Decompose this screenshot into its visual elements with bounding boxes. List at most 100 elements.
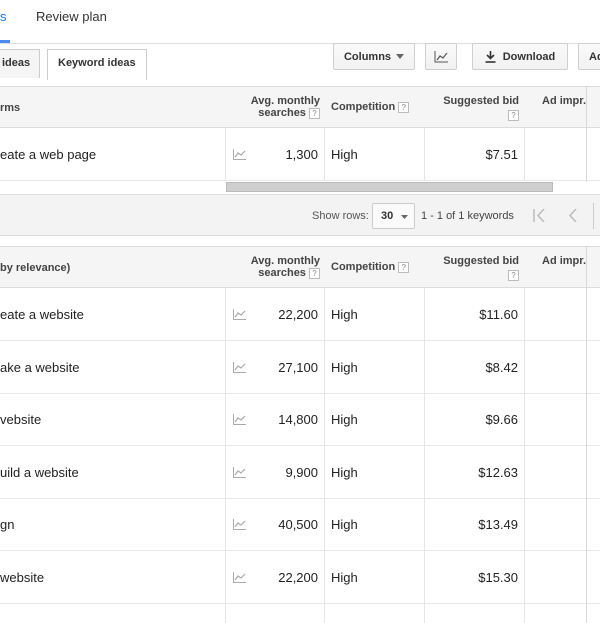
add-all-label: Ad: [589, 50, 600, 63]
divider: [424, 288, 425, 623]
header-competition[interactable]: Competition ?: [331, 101, 410, 113]
avg-monthly-searches: 40,500: [278, 517, 318, 532]
header-suggested-bid[interactable]: Suggested bid ?: [435, 95, 519, 121]
trend-chart-icon[interactable]: [233, 362, 246, 373]
divider: [586, 246, 587, 623]
divider: [524, 288, 525, 623]
divider: [424, 128, 425, 181]
rows-value: 30: [381, 210, 394, 222]
header-label: Suggested bid: [443, 95, 519, 107]
competition-value: High: [331, 517, 358, 532]
header-suggested-bid[interactable]: Suggested bid ?: [435, 255, 519, 281]
suggested-bid-value: $9.66: [485, 412, 518, 427]
line-chart-icon: [434, 50, 448, 62]
avg-monthly-searches: 14,800: [278, 412, 318, 427]
competition-value: High: [331, 360, 358, 375]
horizontal-scrollbar[interactable]: [226, 182, 553, 192]
table-row: ake a website 27,100 High $8.42: [0, 341, 600, 394]
trend-chart-icon[interactable]: [233, 149, 246, 160]
header-search-terms[interactable]: rms: [0, 102, 20, 114]
download-label: Download: [502, 50, 556, 63]
tab-keyword-planner[interactable]: s: [0, 9, 7, 24]
header-label: Competition: [331, 261, 396, 273]
columns-label: Columns: [343, 50, 392, 63]
table-row: gn 40,500 High $13.49: [0, 498, 600, 551]
table-header: rms Avg. monthly searches ? Competition …: [0, 86, 600, 128]
keyword-text: eate a web page: [0, 147, 97, 162]
suggested-bid-value: $7.51: [485, 147, 518, 162]
page-range-text: 1 - 1 of 1 keywords: [421, 210, 514, 222]
divider: [324, 288, 325, 623]
keyword-text: eate a website: [0, 307, 84, 322]
header-keyword-by-relevance[interactable]: by relevance): [0, 262, 70, 274]
keyword-text: website: [0, 570, 45, 585]
help-icon[interactable]: ?: [398, 101, 410, 113]
table-row: vebsite 14,800 High $9.66: [0, 393, 600, 446]
table-row: eate a web page 1,300 High $7.51: [0, 128, 600, 181]
trend-chart-icon[interactable]: [233, 414, 246, 425]
suggested-bid-value: $13.49: [478, 517, 518, 532]
add-all-button[interactable]: Ad: [578, 43, 600, 70]
header-label: Competition: [331, 101, 396, 113]
header-label: Suggested bid: [443, 255, 519, 267]
header-ad-impr-share[interactable]: Ad impr.: [542, 255, 586, 267]
header-label: Avg. monthly: [250, 255, 320, 267]
first-page-icon[interactable]: [533, 209, 546, 222]
header-avg-monthly-searches[interactable]: Avg. monthly searches ?: [250, 95, 320, 119]
help-icon[interactable]: ?: [309, 107, 320, 119]
trend-chart-icon[interactable]: [233, 467, 246, 478]
competition-value: High: [331, 570, 358, 585]
table-row: website 22,200 High $15.30: [0, 551, 600, 604]
avg-monthly-searches: 27,100: [278, 360, 318, 375]
divider: [593, 203, 594, 229]
divider: [225, 128, 226, 181]
header-label: Avg. monthly: [250, 95, 320, 107]
columns-button[interactable]: Columns: [333, 43, 415, 70]
tab-keyword-ideas[interactable]: Keyword ideas: [47, 49, 147, 80]
competition-value: High: [331, 412, 358, 427]
divider: [225, 288, 226, 623]
trend-chart-icon[interactable]: [233, 519, 246, 530]
header-competition[interactable]: Competition ?: [331, 261, 410, 273]
trend-chart-icon[interactable]: [233, 309, 246, 320]
rows-per-page-select[interactable]: 30: [372, 203, 415, 229]
show-rows-label: Show rows:: [312, 210, 369, 222]
table-row: uild a website 9,900 High $12.63: [0, 446, 600, 499]
avg-monthly-searches: 22,200: [278, 307, 318, 322]
keyword-text: gn: [0, 517, 15, 532]
keyword-text: vebsite: [0, 412, 42, 427]
help-icon[interactable]: ?: [309, 267, 320, 279]
header-avg-monthly-searches[interactable]: Avg. monthly searches ?: [250, 255, 320, 279]
download-icon: [485, 50, 496, 63]
table-row: eate a website 22,200 High $11.60: [0, 288, 600, 341]
keyword-text: uild a website: [0, 465, 79, 480]
avg-monthly-searches: 9,900: [285, 465, 318, 480]
divider: [586, 86, 587, 182]
suggested-bid-value: $8.42: [485, 360, 518, 375]
download-button[interactable]: Download: [472, 43, 568, 70]
header-label: searches: [258, 267, 306, 279]
tab-review-plan[interactable]: Review plan: [36, 9, 107, 24]
keyword-text: ake a website: [0, 360, 80, 375]
chart-toggle-button[interactable]: [425, 43, 457, 70]
suggested-bid-value: $15.30: [478, 570, 518, 585]
help-icon[interactable]: ?: [508, 269, 519, 281]
divider: [524, 128, 525, 181]
competition-value: High: [331, 465, 358, 480]
chevron-down-icon: [396, 54, 405, 59]
avg-monthly-searches: 22,200: [278, 570, 318, 585]
help-icon[interactable]: ?: [398, 261, 410, 273]
previous-page-icon[interactable]: [568, 209, 578, 222]
chevron-down-icon: [401, 215, 408, 219]
suggested-bid-value: $11.60: [479, 307, 518, 322]
table-header: by relevance) Avg. monthly searches ? Co…: [0, 246, 600, 288]
header-label: searches: [258, 107, 306, 119]
divider: [324, 128, 325, 181]
suggested-bid-value: $12.63: [478, 465, 518, 480]
pagination-bar: Show rows: 30 1 - 1 of 1 keywords: [0, 194, 600, 236]
competition-value: High: [331, 307, 358, 322]
help-icon[interactable]: ?: [508, 109, 519, 121]
trend-chart-icon[interactable]: [233, 572, 246, 583]
tab-ad-group-ideas[interactable]: ideas: [0, 49, 40, 78]
header-ad-impr-share[interactable]: Ad impr.: [542, 95, 586, 107]
